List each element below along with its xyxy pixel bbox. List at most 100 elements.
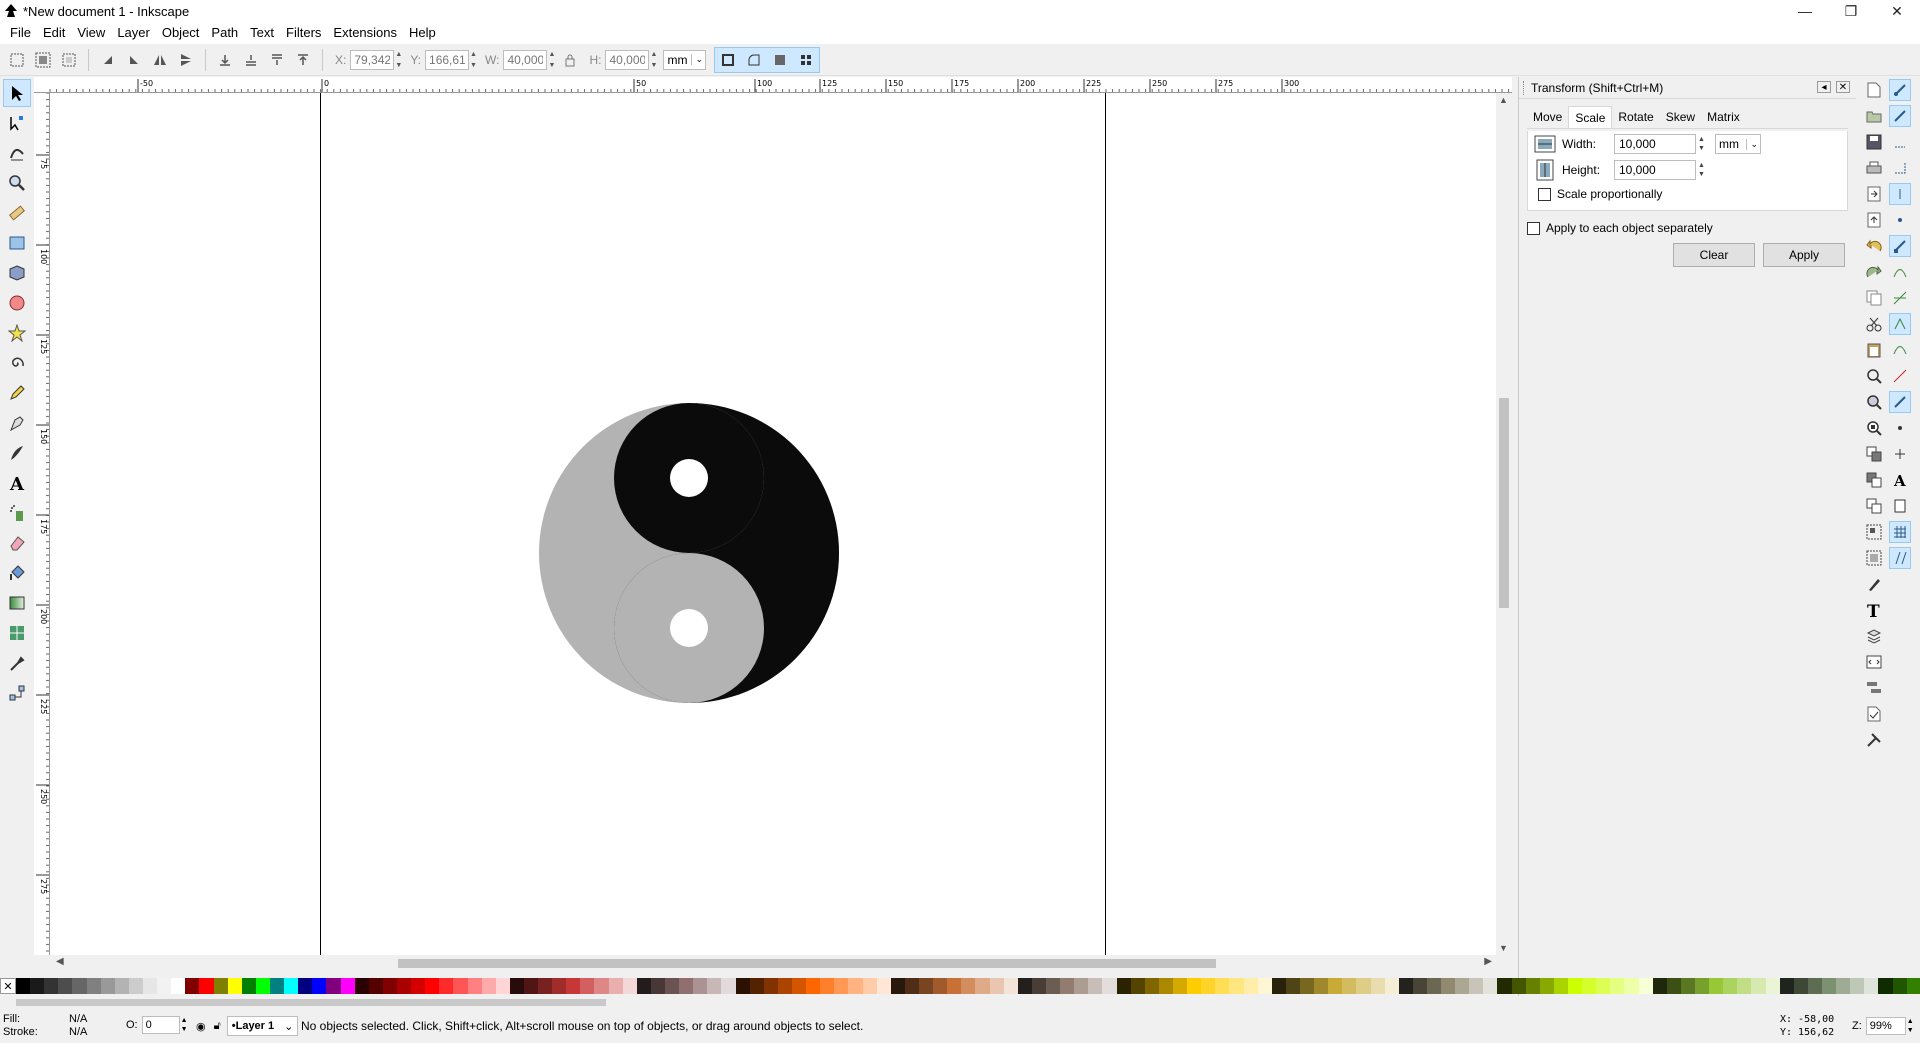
scroll-right-icon[interactable]: ▶ xyxy=(1484,956,1492,967)
menu-path[interactable]: Path xyxy=(205,22,244,44)
text-tool[interactable]: A xyxy=(3,469,31,497)
palette-swatch[interactable] xyxy=(326,978,341,994)
palette-swatch[interactable] xyxy=(622,978,637,994)
rectangle-tool[interactable] xyxy=(3,229,31,257)
rotate-ccw-icon[interactable] xyxy=(97,49,119,71)
palette-swatch[interactable] xyxy=(904,978,919,994)
palette-swatch[interactable] xyxy=(114,978,129,994)
redo-icon[interactable] xyxy=(1863,261,1885,283)
select-all-layers-icon[interactable] xyxy=(32,49,54,71)
open-icon[interactable] xyxy=(1863,105,1885,127)
import-icon[interactable] xyxy=(1863,183,1885,205)
menu-help[interactable]: Help xyxy=(403,22,442,44)
export-icon[interactable] xyxy=(1863,209,1885,231)
width-stepper[interactable]: ▲ ▼ xyxy=(548,50,557,70)
3d-box-tool[interactable] xyxy=(3,259,31,287)
palette-swatch[interactable] xyxy=(763,978,778,994)
palette-swatch[interactable] xyxy=(1892,978,1907,994)
rotate-cw-icon[interactable] xyxy=(123,49,145,71)
no-paint-swatch-icon[interactable]: ✕ xyxy=(0,978,16,994)
cut-icon[interactable] xyxy=(1863,313,1885,335)
palette-swatch[interactable] xyxy=(72,978,87,994)
palette-swatch[interactable] xyxy=(185,978,200,994)
palette-swatch[interactable] xyxy=(1187,978,1202,994)
palette-swatch[interactable] xyxy=(721,978,736,994)
palette-swatch[interactable] xyxy=(919,978,934,994)
preferences-icon[interactable] xyxy=(1863,729,1885,751)
flip-horizontal-icon[interactable] xyxy=(149,49,171,71)
menu-layer[interactable]: Layer xyxy=(111,22,156,44)
paint-bucket-tool[interactable] xyxy=(3,559,31,587)
save-icon[interactable] xyxy=(1863,131,1885,153)
palette-swatch[interactable] xyxy=(608,978,623,994)
palette-swatch[interactable] xyxy=(1497,978,1512,994)
palette-swatch[interactable] xyxy=(1751,978,1766,994)
fill-stroke-indicator[interactable]: Fill: N/A Stroke: N/A xyxy=(3,1013,87,1039)
drawing-canvas[interactable] xyxy=(50,93,1496,955)
scroll-up-icon[interactable]: ▲ xyxy=(1499,95,1508,105)
palette-swatch[interactable] xyxy=(1017,978,1032,994)
palette-swatch[interactable] xyxy=(792,978,807,994)
transform-patterns-icon[interactable] xyxy=(795,49,817,71)
palette-scrollbar[interactable] xyxy=(0,996,1920,1008)
palette-swatch[interactable] xyxy=(820,978,835,994)
snap-bbox-corner-icon[interactable] xyxy=(1889,157,1911,179)
color-palette[interactable]: ✕ xyxy=(0,978,1920,994)
palette-swatch[interactable] xyxy=(453,978,468,994)
palette-swatch[interactable] xyxy=(100,978,115,994)
palette-swatch[interactable] xyxy=(1102,978,1117,994)
palette-swatch[interactable] xyxy=(411,978,426,994)
duplicate-icon[interactable] xyxy=(1863,443,1885,465)
palette-swatch[interactable] xyxy=(467,978,482,994)
palette-swatch[interactable] xyxy=(1553,978,1569,994)
palette-swatch[interactable] xyxy=(989,978,1004,994)
opacity-stepper[interactable]: ▲ ▼ xyxy=(181,1016,188,1034)
palette-swatch[interactable] xyxy=(1539,978,1554,994)
current-layer-select[interactable]: •Layer 1 ⌄ xyxy=(226,1016,299,1036)
palette-swatch[interactable] xyxy=(241,978,256,994)
palette-swatch[interactable] xyxy=(1878,978,1893,994)
lock-icon[interactable] xyxy=(559,49,581,71)
spiral-tool[interactable] xyxy=(3,349,31,377)
palette-swatch[interactable] xyxy=(142,978,158,994)
snap-guides-icon[interactable] xyxy=(1889,547,1911,569)
scale-height-stepper[interactable]: ▲ ▼ xyxy=(1698,161,1707,179)
palette-swatch[interactable] xyxy=(1723,978,1738,994)
snap-bbox-edge-icon[interactable] xyxy=(1889,131,1911,153)
palette-swatch[interactable] xyxy=(227,978,242,994)
mesh-tool[interactable] xyxy=(3,619,31,647)
palette-swatch[interactable] xyxy=(86,978,101,994)
palette-swatch[interactable] xyxy=(1596,978,1611,994)
palette-swatch[interactable] xyxy=(1074,978,1089,994)
palette-swatch[interactable] xyxy=(1793,978,1808,994)
palette-swatch[interactable] xyxy=(312,978,327,994)
palette-swatch[interactable] xyxy=(1652,978,1667,994)
palette-swatch[interactable] xyxy=(30,978,45,994)
height-stepper[interactable]: ▲ ▼ xyxy=(650,50,659,70)
vertical-scroll-thumb[interactable] xyxy=(1499,398,1509,608)
palette-swatch[interactable] xyxy=(1158,978,1173,994)
palette-swatch[interactable] xyxy=(1666,978,1681,994)
lower-to-bottom-icon[interactable] xyxy=(214,49,236,71)
palette-swatch[interactable] xyxy=(439,978,454,994)
palette-swatch[interactable] xyxy=(425,978,440,994)
palette-swatch[interactable] xyxy=(693,978,708,994)
clear-button[interactable]: Clear xyxy=(1673,243,1755,267)
vertical-ruler[interactable]: 75100125150175200225250275300 xyxy=(34,93,50,955)
pen-tool[interactable] xyxy=(3,409,31,437)
palette-swatch[interactable] xyxy=(862,978,877,994)
snap-rotation-center-icon[interactable] xyxy=(1889,443,1911,465)
palette-swatch[interactable] xyxy=(58,978,73,994)
dialog-iconify-icon[interactable]: ◂ xyxy=(1817,81,1831,93)
unlink-clone-icon[interactable] xyxy=(1863,495,1885,517)
dropper-tool[interactable] xyxy=(3,649,31,677)
snap-bbox-icon[interactable] xyxy=(1889,105,1911,127)
palette-swatch[interactable] xyxy=(1271,978,1286,994)
palette-swatch[interactable] xyxy=(538,978,553,994)
palette-swatch[interactable] xyxy=(707,978,722,994)
text-font-icon[interactable]: T xyxy=(1863,599,1885,621)
apply-button[interactable]: Apply xyxy=(1763,243,1845,267)
palette-swatch[interactable] xyxy=(1638,978,1653,994)
xml-editor-icon[interactable] xyxy=(1863,651,1885,673)
print-icon[interactable] xyxy=(1863,157,1885,179)
